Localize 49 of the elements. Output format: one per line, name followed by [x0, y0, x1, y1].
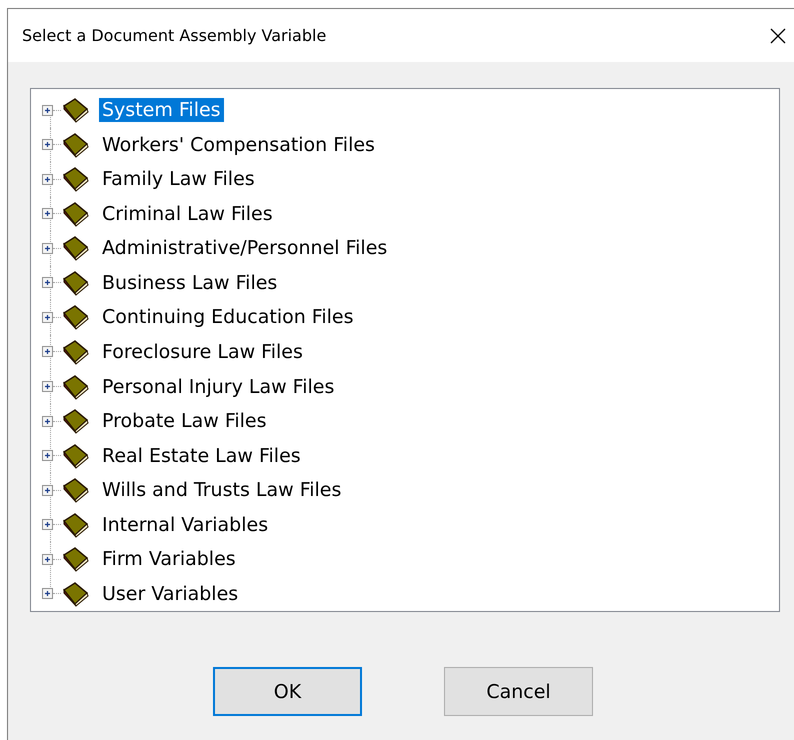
book-icon	[61, 442, 89, 469]
book-icon	[61, 338, 89, 365]
expand-icon[interactable]	[42, 312, 53, 323]
expand-icon[interactable]	[42, 139, 53, 150]
book-icon	[61, 235, 89, 262]
book-icon	[61, 97, 89, 124]
book-icon	[61, 200, 89, 227]
book-icon	[61, 477, 89, 504]
expand-icon[interactable]	[42, 104, 53, 116]
expand-icon[interactable]	[42, 277, 53, 288]
tree-item[interactable]: Continuing Education Files	[99, 305, 356, 330]
tree-item[interactable]: Real Estate Law Files	[99, 444, 304, 468]
tree-item[interactable]: Criminal Law Files	[99, 202, 276, 226]
book-icon	[61, 546, 89, 572]
book-icon	[61, 408, 89, 434]
expand-icon[interactable]	[42, 208, 53, 220]
window-title: Select a Document Assembly Variable	[22, 26, 326, 45]
expand-icon[interactable]	[42, 554, 53, 565]
tree-item[interactable]: User Variables	[99, 582, 242, 606]
expand-icon[interactable]	[42, 174, 53, 185]
book-icon	[61, 270, 89, 296]
book-icon	[61, 374, 89, 400]
tree-item[interactable]: Internal Variables	[99, 512, 272, 537]
expand-icon[interactable]	[42, 242, 53, 254]
book-icon	[61, 132, 89, 158]
tree-item[interactable]: Administrative/Personnel Files	[99, 236, 390, 260]
tree-item[interactable]: Probate Law Files	[99, 409, 270, 434]
expand-icon[interactable]	[42, 484, 53, 496]
expand-icon[interactable]	[42, 381, 53, 392]
tree-item[interactable]: Wills and Trusts Law Files	[99, 478, 344, 502]
book-icon	[61, 580, 89, 607]
expand-icon[interactable]	[42, 346, 53, 358]
book-icon	[61, 512, 89, 538]
tree-item[interactable]: Family Law Files	[99, 167, 258, 192]
tree-item[interactable]: Personal Injury Law Files	[99, 374, 338, 399]
tree-item[interactable]: Foreclosure Law Files	[99, 340, 306, 364]
expand-icon[interactable]	[42, 450, 53, 462]
expand-icon[interactable]	[42, 519, 53, 530]
ok-button[interactable]: OK	[213, 667, 362, 716]
tree-item[interactable]: Workers' Compensation Files	[99, 132, 378, 157]
tree-item[interactable]: System Files	[99, 98, 224, 122]
expand-icon[interactable]	[42, 588, 53, 600]
book-icon	[61, 166, 89, 192]
tree-item[interactable]: Firm Variables	[99, 547, 239, 572]
close-icon	[770, 28, 786, 44]
expand-icon[interactable]	[42, 416, 53, 427]
cancel-button[interactable]: Cancel	[444, 667, 593, 716]
tree-item[interactable]: Business Law Files	[99, 270, 280, 295]
book-icon	[61, 304, 89, 330]
